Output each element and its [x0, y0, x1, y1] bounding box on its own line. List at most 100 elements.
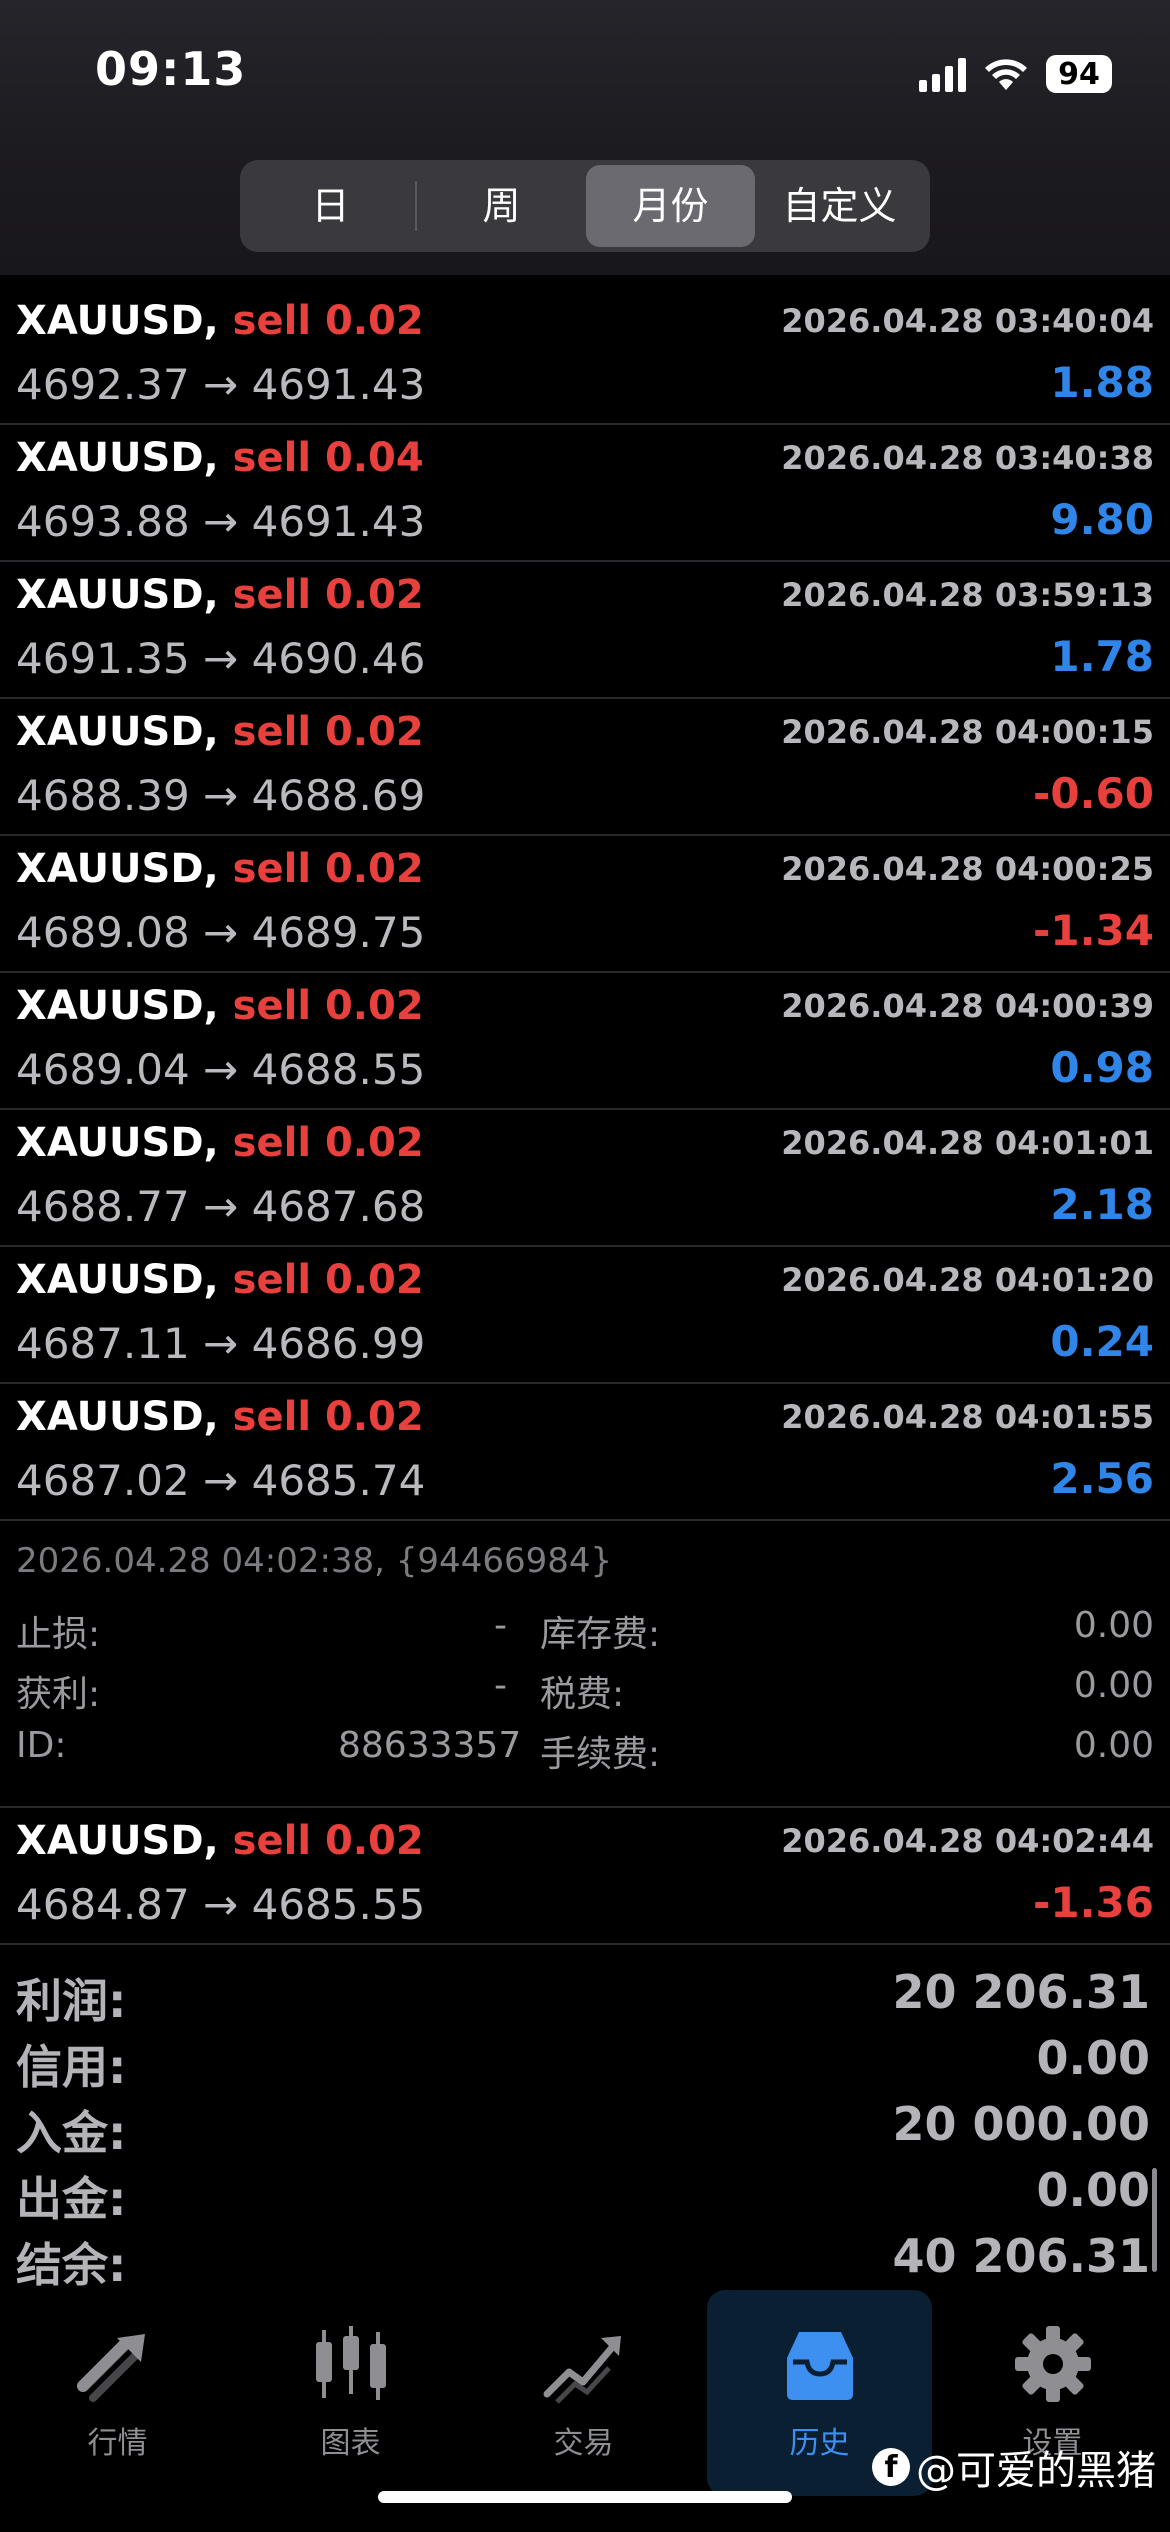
volume-text: 0.02: [324, 1257, 424, 1303]
trade-time: 2026.04.28 03:40:04: [781, 302, 1154, 340]
trade-profit: 2.18: [1050, 1180, 1154, 1229]
open-price: 4688.77: [16, 1182, 190, 1231]
commission-label: 手续费:: [540, 1734, 661, 1775]
trade-profit: 1.78: [1050, 632, 1154, 681]
trade-time: 2026.04.28 04:00:15: [781, 713, 1154, 751]
tax-value: 0.00: [1073, 1665, 1154, 1706]
volume-text: 0.02: [324, 1120, 424, 1166]
trade-row[interactable]: XAUUSD, sell 0.02 2026.04.28 04:00:25 4689…: [0, 836, 1170, 973]
trade-row[interactable]: XAUUSD, sell 0.02 2026.04.28 03:59:13 4691…: [0, 562, 1170, 699]
trade-symbol: XAUUSD, sell 0.02: [16, 983, 424, 1029]
take-profit-value: -: [494, 1665, 507, 1706]
symbol-text: XAUUSD,: [16, 1818, 219, 1864]
trade-direction: sell 0.02: [233, 1394, 424, 1440]
symbol-text: XAUUSD,: [16, 572, 219, 618]
trade-direction: sell 0.02: [233, 298, 424, 344]
summary-value-withdrawal: 0.00: [1036, 2163, 1151, 2217]
facebook-icon: f: [872, 2448, 910, 2486]
trade-symbol: XAUUSD, sell 0.02: [16, 298, 424, 344]
trade-symbol: XAUUSD, sell 0.04: [16, 435, 424, 481]
volume-text: 0.02: [324, 298, 424, 344]
trade-symbol: XAUUSD, sell 0.02: [16, 709, 424, 755]
stop-loss-label: 止损:: [16, 1614, 101, 1655]
summary-label-deposit: 入金:: [16, 2106, 127, 2160]
arrow-icon: →: [203, 1045, 239, 1094]
close-price: 4686.99: [251, 1319, 426, 1368]
trade-row[interactable]: XAUUSD, sell 0.02 2026.04.28 04:02:44 4684…: [0, 1808, 1170, 1945]
summary-label-profit: 利润:: [16, 1974, 127, 2028]
tab-quotes[interactable]: 行情: [5, 2290, 230, 2496]
tab-chart-label: 图表: [320, 2426, 381, 2461]
close-price: 4691.43: [251, 497, 426, 546]
trade-profit: 0.24: [1050, 1317, 1154, 1366]
trade-symbol: XAUUSD, sell 0.02: [16, 1257, 424, 1303]
status-icons: 94: [919, 52, 1112, 96]
open-price: 4691.35: [16, 634, 190, 683]
quotes-icon: [76, 2334, 145, 2402]
trade-row[interactable]: XAUUSD, sell 0.02 2026.04.28 04:01:01 4688…: [0, 1110, 1170, 1247]
tab-chart[interactable]: 图表: [238, 2290, 463, 2496]
trade-profit: -1.34: [1032, 906, 1154, 955]
direction-text: sell: [232, 1120, 312, 1166]
volume-text: 0.04: [324, 435, 424, 481]
arrow-icon: →: [203, 360, 239, 409]
volume-text: 0.02: [324, 1394, 424, 1440]
trade-prices: 4687.02 → 4685.74: [16, 1456, 425, 1505]
wifi-icon: [985, 59, 1027, 90]
open-price: 4693.88: [16, 497, 190, 546]
header: 09:13 94 日 周 月份 自定义: [0, 0, 1170, 275]
trade-direction: sell 0.02: [233, 1818, 424, 1864]
arrow-icon: →: [203, 908, 239, 957]
trade-row[interactable]: XAUUSD, sell 0.02 2026.04.28 04:01:55 4687…: [0, 1384, 1170, 1521]
arrow-icon: →: [203, 1456, 239, 1505]
symbol-text: XAUUSD,: [16, 983, 219, 1029]
close-price: 4689.75: [251, 908, 426, 957]
trade-row[interactable]: XAUUSD, sell 0.04 2026.04.28 03:40:38 4693…: [0, 425, 1170, 562]
tab-trade[interactable]: 交易: [471, 2290, 696, 2496]
tab-week[interactable]: 周: [417, 165, 586, 247]
trade-row[interactable]: XAUUSD, sell 0.02 2026.04.28 03:40:04 4692…: [0, 288, 1170, 425]
trade-direction: sell 0.02: [233, 709, 424, 755]
commission-value: 0.00: [1073, 1725, 1154, 1766]
symbol-text: XAUUSD,: [16, 435, 219, 481]
arrow-icon: →: [203, 771, 239, 820]
history-icon: [786, 2332, 853, 2400]
battery-indicator: 94: [1046, 55, 1112, 93]
summary-label-withdrawal: 出金:: [16, 2172, 127, 2226]
symbol-text: XAUUSD,: [16, 709, 219, 755]
arrow-icon: →: [203, 1880, 239, 1929]
direction-text: sell: [232, 1818, 312, 1864]
open-price: 4687.02: [16, 1456, 190, 1505]
direction-text: sell: [232, 572, 312, 618]
trade-time: 2026.04.28 03:59:13: [781, 576, 1154, 614]
tab-month[interactable]: 月份: [586, 165, 755, 247]
trade-details[interactable]: 2026.04.28 04:02:38, {94466984} 止损: - 库存…: [0, 1521, 1170, 1808]
summary-value-balance: 40 206.31: [892, 2229, 1150, 2283]
arrow-icon: →: [203, 497, 239, 546]
trade-icon: [543, 2336, 621, 2404]
volume-text: 0.02: [324, 709, 424, 755]
history-list: XAUUSD, sell 0.02 2026.04.28 03:40:04 4692…: [0, 288, 1170, 2307]
trade-row[interactable]: XAUUSD, sell 0.02 2026.04.28 04:00:39 4689…: [0, 973, 1170, 1110]
settings-icon: [1014, 2326, 1091, 2402]
chart-icon: [315, 2326, 386, 2400]
trade-details-header: 2026.04.28 04:02:38, {94466984}: [16, 1541, 613, 1581]
trade-prices: 4693.88 → 4691.43: [16, 497, 425, 546]
id-value: 88633357: [338, 1725, 522, 1766]
summary-label-credit: 信用:: [16, 2040, 127, 2094]
direction-text: sell: [232, 983, 312, 1029]
symbol-text: XAUUSD,: [16, 1394, 219, 1440]
id-label: ID:: [16, 1725, 67, 1766]
tab-day[interactable]: 日: [246, 165, 415, 247]
trade-time: 2026.04.28 04:00:25: [781, 850, 1154, 888]
home-indicator[interactable]: [378, 2491, 792, 2503]
tab-custom[interactable]: 自定义: [755, 165, 924, 247]
trade-symbol: XAUUSD, sell 0.02: [16, 1120, 424, 1166]
trade-row[interactable]: XAUUSD, sell 0.02 2026.04.28 04:00:15 4688…: [0, 699, 1170, 836]
trade-row[interactable]: XAUUSD, sell 0.02 2026.04.28 04:01:20 4687…: [0, 1247, 1170, 1384]
trade-profit: 9.80: [1050, 495, 1154, 544]
summary-value-credit: 0.00: [1036, 2031, 1151, 2085]
swap-value: 0.00: [1073, 1605, 1154, 1646]
close-price: 4685.74: [251, 1456, 426, 1505]
scrollbar[interactable]: [1152, 2168, 1157, 2272]
